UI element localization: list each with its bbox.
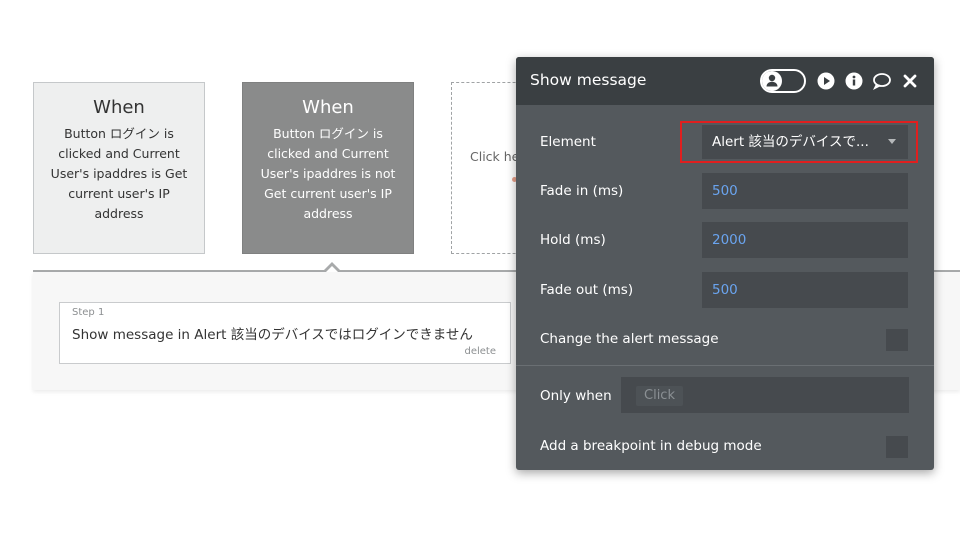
- only-when-label: Only when: [540, 388, 612, 404]
- close-icon[interactable]: [900, 71, 920, 91]
- comment-icon[interactable]: [872, 71, 892, 91]
- fade-in-input[interactable]: 500: [702, 173, 908, 209]
- fade-in-label: Fade in (ms): [540, 183, 624, 199]
- change-alert-label: Change the alert message: [540, 331, 719, 347]
- event-card-when-is[interactable]: When Button ログイン is clicked and Current …: [33, 82, 205, 254]
- change-alert-checkbox[interactable]: [886, 329, 908, 351]
- step-number: Step 1: [72, 307, 105, 318]
- play-icon[interactable]: [816, 71, 836, 91]
- fade-out-label: Fade out (ms): [540, 282, 634, 298]
- hold-input[interactable]: 2000: [702, 222, 908, 258]
- breakpoint-checkbox[interactable]: [886, 436, 908, 458]
- step-card[interactable]: Step 1 Show message in Alert 該当のデバイスではログ…: [59, 302, 511, 364]
- event-when-label: When: [93, 97, 145, 118]
- chevron-down-icon: [888, 139, 896, 144]
- breakpoint-label: Add a breakpoint in debug mode: [540, 438, 762, 454]
- only-when-placeholder[interactable]: Click: [636, 386, 683, 406]
- event-description: Button ログイン is clicked and Current User'…: [50, 126, 188, 221]
- panel-header: Show message: [516, 57, 934, 105]
- element-dropdown-value: Alert 該当のデバイスで...: [712, 134, 869, 150]
- add-event-hint: Click he: [470, 149, 520, 164]
- step-delete-link[interactable]: delete: [464, 346, 496, 357]
- hold-label: Hold (ms): [540, 232, 606, 248]
- element-dropdown-highlight[interactable]: Alert 該当のデバイスで...: [680, 121, 918, 163]
- user-toggle[interactable]: [760, 69, 806, 93]
- fade-out-input[interactable]: 500: [702, 272, 908, 308]
- step-description: Show message in Alert 該当のデバイスではログインできません: [72, 327, 473, 343]
- show-message-panel: Show message Element Alert 該当のデバイスで... F…: [516, 57, 934, 470]
- event-card-when-is-not[interactable]: When Button ログイン is clicked and Current …: [242, 82, 414, 254]
- panel-separator: [516, 365, 934, 366]
- element-dropdown[interactable]: Alert 該当のデバイスで...: [702, 125, 908, 159]
- event-description: Button ログイン is clicked and Current User'…: [260, 126, 396, 221]
- element-label: Element: [540, 134, 596, 150]
- panel-title: Show message: [530, 71, 647, 89]
- user-icon: [762, 71, 782, 91]
- info-icon[interactable]: [844, 71, 864, 91]
- event-when-label: When: [302, 97, 354, 118]
